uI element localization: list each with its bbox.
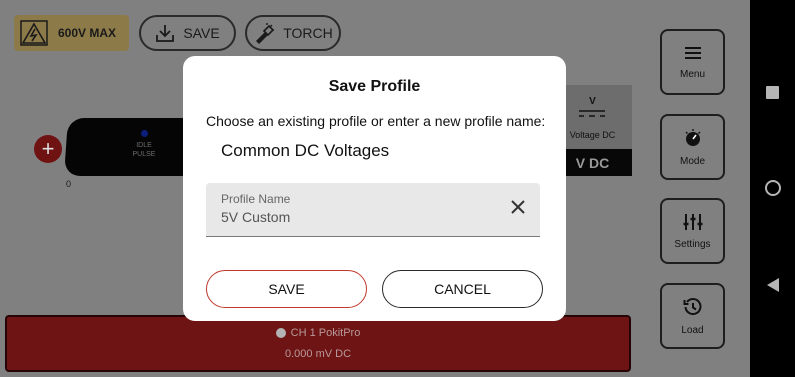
mode-button[interactable]: Mode [660, 114, 725, 180]
app-screen: 600V MAX SAVE TORCH Menu Mode Settings L… [0, 0, 750, 377]
save-toolbar-label: SAVE [183, 25, 220, 41]
dial-icon [683, 128, 703, 148]
sliders-icon [683, 213, 703, 231]
status-dot [141, 130, 148, 137]
dc-symbol-icon [579, 110, 605, 117]
channel-header: CH 1 PokitPro [275, 327, 361, 339]
flashlight-icon [253, 22, 275, 44]
circle-nav-icon[interactable] [750, 178, 795, 198]
channel-reading: 0.000 mV DC [284, 348, 352, 360]
hamburger-icon [683, 45, 703, 61]
max-voltage-text: 600V MAX [58, 26, 117, 40]
torch-button[interactable]: TORCH [245, 15, 341, 51]
warning-icon [20, 20, 48, 46]
settings-label: Settings [674, 238, 711, 250]
clear-icon[interactable] [510, 199, 526, 215]
cancel-button[interactable]: CANCEL [382, 270, 543, 308]
channel-name: CH 1 PokitPro [290, 327, 361, 339]
square-nav-icon[interactable] [750, 82, 795, 102]
axis-zero-label: 0 [66, 179, 72, 189]
add-channel-button[interactable]: + [34, 135, 62, 163]
profile-name-field[interactable]: Profile Name 5V Custom [206, 183, 540, 237]
dialog-message: Choose an existing profile or enter a ne… [206, 113, 546, 129]
back-nav-icon[interactable] [750, 275, 795, 295]
max-voltage-badge: 600V MAX [14, 15, 129, 51]
profile-name-label: Profile Name [221, 192, 291, 206]
save-profile-dialog: Save Profile Choose an existing profile … [183, 56, 566, 321]
android-nav-bar [750, 0, 795, 377]
dialog-title: Save Profile [328, 78, 421, 95]
channel-bar[interactable]: CH 1 PokitPro 0.000 mV DC [5, 315, 631, 372]
save-toolbar-button[interactable]: SAVE [139, 15, 236, 51]
profile-name-input[interactable]: 5V Custom [221, 209, 290, 225]
save-button[interactable]: SAVE [206, 270, 367, 308]
history-icon [683, 297, 703, 317]
scope-status-line2: PULSE [132, 151, 156, 158]
torch-label: TORCH [283, 25, 333, 41]
connection-indicator [275, 328, 286, 338]
scope-status-line1: IDLE [136, 142, 152, 149]
menu-button[interactable]: Menu [660, 29, 725, 95]
load-label: Load [681, 324, 704, 336]
settings-button[interactable]: Settings [660, 198, 725, 264]
existing-profile-option[interactable]: Common DC Voltages [221, 141, 389, 161]
menu-label: Menu [679, 68, 705, 80]
mode-label: Mode [679, 155, 705, 167]
load-button[interactable]: Load [660, 283, 725, 349]
scope-status: IDLE PULSE [120, 141, 168, 159]
download-icon [155, 23, 175, 43]
